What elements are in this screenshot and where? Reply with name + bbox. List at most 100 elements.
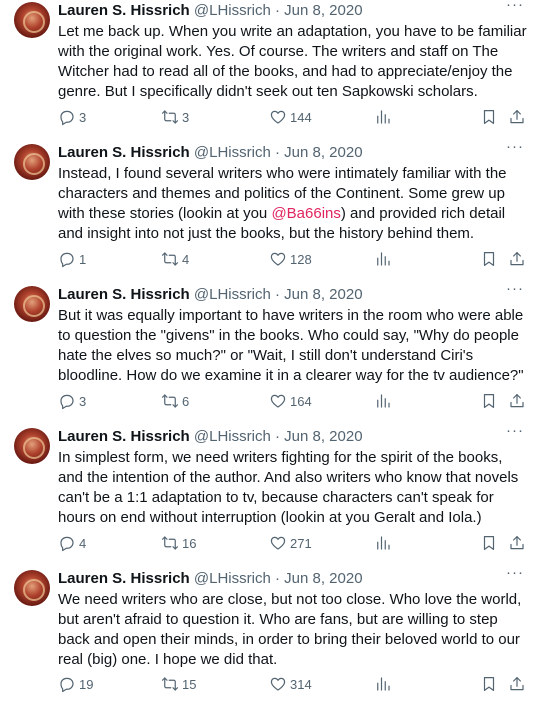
reply-count: 3 (79, 109, 87, 125)
avatar[interactable] (14, 286, 50, 322)
tweet-date[interactable]: Jun 8, 2020 (284, 2, 362, 19)
reply-icon (60, 110, 74, 126)
tweet-header: Lauren S. Hissrich @LHissrich · Jun 8, 2… (58, 427, 363, 447)
heart-icon (270, 677, 286, 691)
reply-icon (60, 677, 74, 693)
views-button[interactable] (374, 674, 392, 694)
action-bar: 3 6 164 (0, 391, 540, 411)
reply-icon (60, 252, 74, 268)
bookmark-button[interactable] (480, 249, 498, 269)
author-handle[interactable]: @LHissrich (194, 570, 271, 587)
retweet-icon (161, 394, 179, 408)
reply-icon (60, 536, 74, 552)
reply-button[interactable]: 3 (58, 107, 86, 127)
author-name[interactable]: Lauren S. Hissrich (58, 570, 190, 587)
action-bar: 1 4 128 (0, 249, 540, 269)
reply-button[interactable]: 1 (58, 249, 86, 269)
tweet-text: But it was equally important to have wri… (58, 306, 528, 386)
retweet-count: 6 (182, 393, 190, 409)
reply-icon (60, 394, 74, 410)
share-button[interactable] (508, 533, 526, 553)
tweet-text-part: But it was equally important to have wri… (58, 307, 524, 384)
reply-count: 1 (79, 251, 87, 267)
share-icon (510, 536, 524, 550)
author-name[interactable]: Lauren S. Hissrich (58, 428, 190, 445)
retweet-icon (161, 252, 179, 266)
retweet-button[interactable]: 4 (161, 249, 189, 269)
reply-button[interactable]: 3 (58, 391, 86, 411)
like-count: 314 (290, 676, 312, 692)
like-count: 128 (290, 251, 312, 267)
tweet-header: Lauren S. Hissrich @LHissrich · Jun 8, 2… (58, 143, 363, 163)
retweet-icon (161, 110, 179, 124)
share-button[interactable] (508, 249, 526, 269)
bookmark-button[interactable] (480, 107, 498, 127)
reply-button[interactable]: 4 (58, 533, 86, 553)
bookmark-button[interactable] (480, 533, 498, 553)
avatar[interactable] (14, 570, 50, 606)
heart-icon (270, 536, 286, 550)
author-name[interactable]: Lauren S. Hissrich (58, 2, 190, 19)
avatar[interactable] (14, 428, 50, 464)
views-button[interactable] (374, 391, 392, 411)
retweet-button[interactable]: 6 (161, 391, 189, 411)
share-icon (510, 252, 524, 266)
tweet-header: Lauren S. Hissrich @LHissrich · Jun 8, 2… (58, 285, 363, 305)
bookmark-button[interactable] (480, 674, 498, 694)
more-options-icon[interactable]: ··· (506, 138, 524, 155)
bookmark-button[interactable] (480, 391, 498, 411)
share-button[interactable] (508, 391, 526, 411)
author-handle[interactable]: @LHissrich (194, 2, 271, 19)
author-name[interactable]: Lauren S. Hissrich (58, 144, 190, 161)
bookmark-icon (483, 536, 495, 550)
like-count: 164 (290, 393, 312, 409)
tweet-date[interactable]: Jun 8, 2020 (284, 286, 362, 303)
retweet-button[interactable]: 3 (161, 107, 189, 127)
more-options-icon[interactable]: ··· (506, 0, 524, 13)
retweet-icon (161, 677, 179, 691)
mention-link[interactable]: @Ba66ins (271, 205, 340, 222)
bookmark-icon (483, 677, 495, 691)
like-button[interactable]: 164 (269, 391, 312, 411)
author-name[interactable]: Lauren S. Hissrich (58, 286, 190, 303)
like-button[interactable]: 314 (269, 674, 312, 694)
reply-count: 19 (79, 676, 94, 692)
more-options-icon[interactable]: ··· (506, 280, 524, 297)
reply-button[interactable]: 19 (58, 674, 93, 694)
avatar[interactable] (14, 144, 50, 180)
retweet-button[interactable]: 16 (161, 533, 196, 553)
tweet-date[interactable]: Jun 8, 2020 (284, 428, 362, 445)
share-icon (510, 110, 524, 124)
reply-count: 4 (79, 535, 87, 551)
author-handle[interactable]: @LHissrich (194, 286, 271, 303)
author-handle[interactable]: @LHissrich (194, 144, 271, 161)
tweet-text: We need writers who are close, but not t… (58, 590, 528, 670)
heart-icon (270, 394, 286, 408)
separator-dot: · (274, 428, 280, 445)
like-button[interactable]: 271 (269, 533, 312, 553)
avatar[interactable] (14, 2, 50, 38)
views-button[interactable] (374, 533, 392, 553)
like-button[interactable]: 144 (269, 107, 312, 127)
retweet-count: 15 (182, 676, 197, 692)
more-options-icon[interactable]: ··· (506, 422, 524, 439)
tweet-text: Instead, I found several writers who wer… (58, 164, 528, 244)
tweet-date[interactable]: Jun 8, 2020 (284, 570, 362, 587)
action-bar: 3 3 144 (0, 107, 540, 127)
retweet-count: 3 (182, 109, 190, 125)
bookmark-icon (483, 252, 495, 266)
views-button[interactable] (374, 107, 392, 127)
views-button[interactable] (374, 249, 392, 269)
tweet-date[interactable]: Jun 8, 2020 (284, 144, 362, 161)
like-button[interactable]: 128 (269, 249, 312, 269)
share-button[interactable] (508, 674, 526, 694)
heart-icon (270, 252, 286, 266)
reply-count: 3 (79, 393, 87, 409)
analytics-icon (377, 110, 390, 124)
retweet-button[interactable]: 15 (161, 674, 196, 694)
author-handle[interactable]: @LHissrich (194, 428, 271, 445)
analytics-icon (377, 252, 390, 266)
share-button[interactable] (508, 107, 526, 127)
more-options-icon[interactable]: ··· (506, 564, 524, 581)
tweet-text: Let me back up. When you write an adapta… (58, 22, 528, 102)
